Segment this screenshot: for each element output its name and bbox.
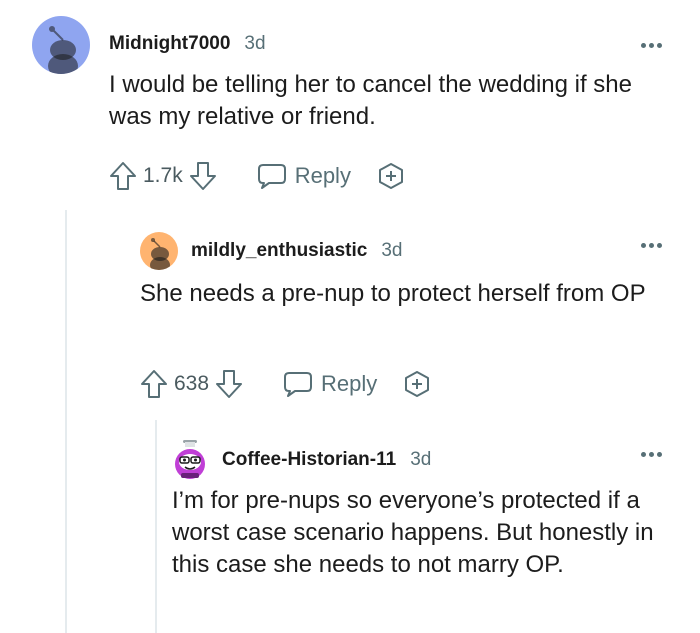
timestamp[interactable]: 3d	[410, 449, 431, 471]
comment-body: I’m for pre-nups so everyone’s protected…	[172, 487, 654, 578]
upvote-arrow-icon[interactable]	[140, 369, 168, 399]
speech-bubble-icon	[284, 372, 313, 397]
comment-meta: Midnight7000 3d	[109, 33, 266, 55]
thread-line[interactable]	[65, 210, 67, 633]
reply-label: Reply	[294, 163, 351, 188]
avatar[interactable]	[172, 440, 208, 480]
more-dots-icon[interactable]	[641, 43, 662, 48]
upvote-arrow-icon[interactable]	[109, 161, 137, 191]
avatar[interactable]	[140, 232, 178, 270]
vote-count: 1.7k	[143, 164, 183, 187]
reply-button[interactable]: Reply	[283, 370, 377, 398]
comment-actions: 1.7k Reply	[109, 161, 405, 191]
speech-bubble-icon	[257, 164, 286, 189]
more-dots-icon[interactable]	[641, 452, 662, 457]
comment-body: I would be telling her to cancel the wed…	[109, 71, 632, 130]
timestamp[interactable]: 3d	[381, 240, 402, 262]
comment-meta: mildly_enthusiastic 3d	[191, 240, 402, 262]
award-plus-icon[interactable]	[403, 370, 431, 398]
avatar[interactable]	[32, 16, 90, 74]
award-plus-icon[interactable]	[377, 162, 405, 190]
more-dots-icon[interactable]	[641, 243, 662, 248]
snoo-avatar-icon	[48, 26, 78, 74]
username[interactable]: mildly_enthusiastic	[191, 240, 367, 262]
comment-meta: Coffee-Historian-11 3d	[222, 449, 431, 471]
reply-label: Reply	[321, 371, 378, 396]
reply-button[interactable]: Reply	[257, 162, 351, 190]
snoo-avatar-icon	[175, 440, 205, 479]
username[interactable]: Midnight7000	[109, 33, 230, 55]
downvote-arrow-icon[interactable]	[189, 161, 217, 191]
snoo-avatar-icon	[150, 238, 170, 270]
comment-actions: 638 Reply	[140, 369, 431, 399]
thread-line[interactable]	[155, 420, 157, 633]
downvote-arrow-icon[interactable]	[215, 369, 243, 399]
vote-count: 638	[174, 372, 210, 395]
timestamp[interactable]: 3d	[244, 33, 265, 55]
comment-body: She needs a pre-nup to protect herself f…	[140, 280, 646, 307]
username[interactable]: Coffee-Historian-11	[222, 449, 396, 471]
